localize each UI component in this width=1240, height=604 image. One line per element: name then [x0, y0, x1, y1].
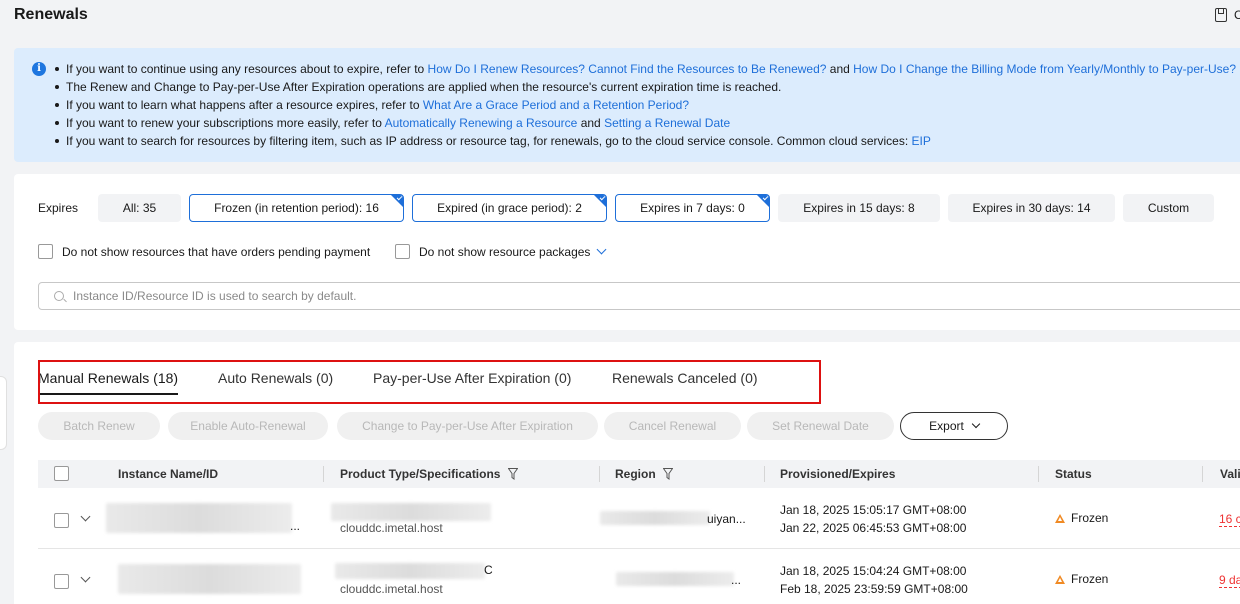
validity-value[interactable]: 16 c — [1219, 512, 1240, 527]
notice-item: If you want to continue using any resour… — [52, 60, 1240, 78]
expand-row-icon[interactable] — [80, 572, 91, 583]
renewals-list-panel: Manual Renewals (18) Auto Renewals (0) P… — [14, 342, 1240, 604]
col-provisioned-expires: Provisioned/Expires — [780, 467, 896, 481]
notice-text: If you want to learn what happens after … — [66, 98, 423, 112]
col-status: Status — [1055, 467, 1092, 481]
redacted-region — [600, 511, 710, 525]
enable-auto-renewal-button[interactable]: Enable Auto-Renewal — [168, 412, 328, 440]
filter-chip-7-days[interactable]: Expires in 7 days: 0 — [615, 194, 770, 222]
region-suffix: uiyan... — [707, 512, 746, 526]
table-header: Instance Name/ID Product Type/Specificat… — [38, 460, 1240, 488]
select-all-checkbox[interactable] — [54, 466, 69, 481]
search-input[interactable] — [73, 288, 973, 304]
resource-packages-checkbox[interactable] — [395, 244, 410, 259]
filter-chip-15-days[interactable]: Expires in 15 days: 8 — [778, 194, 940, 222]
info-notice: i If you want to continue using any reso… — [14, 48, 1240, 162]
status-value: Frozen — [1071, 572, 1109, 586]
resource-packages-label: Do not show resource packages — [419, 245, 591, 259]
provisioned-time: Jan 18, 2025 15:04:24 GMT+08:00 — [780, 564, 967, 578]
notice-item: The Renew and Change to Pay-per-Use Afte… — [52, 78, 1240, 96]
tabs-highlight-annotation — [38, 360, 821, 404]
validity-value[interactable]: 9 da — [1219, 573, 1240, 588]
filter-chip-30-days[interactable]: Expires in 30 days: 14 — [948, 194, 1115, 222]
redacted-instance-name — [118, 564, 301, 594]
expand-row-icon[interactable] — [80, 511, 91, 522]
expires-time: Jan 22, 2025 06:45:53 GMT+08:00 — [780, 521, 967, 535]
redacted-region — [616, 572, 734, 586]
filter-chip-custom[interactable]: Custom — [1123, 194, 1214, 222]
filter-chip-frozen[interactable]: Frozen (in retention period): 16 — [189, 194, 404, 222]
pending-orders-checkbox[interactable] — [38, 244, 53, 259]
notice-text: and — [577, 116, 605, 130]
chip-label: Expires in 7 days: 0 — [640, 201, 745, 215]
region-suffix: ... — [731, 573, 742, 587]
redacted-instance-name — [106, 503, 292, 533]
col-instance-name: Instance Name/ID — [118, 467, 219, 481]
filter-funnel-icon[interactable] — [508, 468, 518, 480]
row-checkbox[interactable] — [54, 513, 69, 528]
help-link[interactable]: How Do I Renew Resources? Cannot Find th… — [428, 62, 827, 76]
export-label: Export — [929, 419, 964, 433]
filter-chip-all[interactable]: All: 35 — [98, 194, 181, 222]
product-spec: clouddc.imetal.host — [340, 582, 443, 596]
document-icon[interactable] — [1215, 8, 1227, 22]
column-divider — [599, 466, 600, 482]
redacted-product-type — [335, 563, 485, 579]
set-renewal-date-button[interactable]: Set Renewal Date — [747, 412, 894, 440]
help-link[interactable]: Setting a Renewal Date — [604, 116, 730, 130]
expires-filter-label: Expires — [38, 201, 79, 215]
notice-item: If you want to renew your subscriptions … — [52, 114, 1240, 132]
page-title: Renewals — [14, 6, 88, 23]
pending-orders-label: Do not show resources that have orders p… — [62, 245, 371, 259]
help-link[interactable]: How Do I Change the Billing Mode from Ye… — [853, 62, 1236, 76]
col-validity: Vali — [1220, 467, 1240, 481]
search-icon — [54, 291, 64, 301]
column-divider — [1202, 466, 1203, 482]
chip-label: Expired (in grace period): 2 — [437, 201, 582, 215]
column-divider — [1038, 466, 1039, 482]
change-pay-per-use-button[interactable]: Change to Pay-per-Use After Expiration — [337, 412, 598, 440]
notice-item: If you want to search for resources by f… — [52, 132, 1240, 150]
filter-panel: Expires All: 35 Frozen (in retention per… — [14, 174, 1240, 330]
provisioned-time: Jan 18, 2025 15:05:17 GMT+08:00 — [780, 503, 967, 517]
product-spec: clouddc.imetal.host — [340, 521, 443, 535]
help-link[interactable]: Automatically Renewing a Resource — [385, 116, 578, 130]
table-row[interactable]: ... clouddc.imetal.host uiyan... Jan 18,… — [38, 489, 1240, 549]
notice-list: If you want to continue using any resour… — [52, 60, 1240, 150]
notice-text: If you want to search for resources by f… — [66, 134, 912, 148]
notice-text: and — [826, 62, 854, 76]
notice-item: If you want to learn what happens after … — [52, 96, 1240, 114]
notice-text: The Renew and Change to Pay-per-Use Afte… — [66, 80, 782, 94]
col-product-type: Product Type/Specifications — [340, 467, 501, 481]
help-link[interactable]: What Are a Grace Period and a Retention … — [423, 98, 689, 112]
column-divider — [323, 466, 324, 482]
expires-time: Feb 18, 2025 23:59:59 GMT+08:00 — [780, 582, 968, 596]
filter-chip-expired[interactable]: Expired (in grace period): 2 — [412, 194, 607, 222]
cancel-renewal-button[interactable]: Cancel Renewal — [604, 412, 741, 440]
chevron-down-icon[interactable] — [596, 244, 607, 255]
instance-id-suffix: ... — [290, 519, 301, 533]
warning-icon — [1055, 514, 1065, 523]
chevron-down-icon — [971, 419, 981, 429]
info-icon: i — [32, 62, 46, 76]
status-value: Frozen — [1071, 511, 1109, 525]
export-button[interactable]: Export — [900, 412, 1008, 440]
redacted-product-type — [331, 503, 491, 521]
row-checkbox[interactable] — [54, 574, 69, 589]
col-region: Region — [615, 467, 656, 481]
search-box[interactable] — [38, 282, 1240, 310]
sidebar-collapse-handle[interactable] — [0, 376, 7, 450]
chip-label: Frozen (in retention period): 16 — [214, 201, 379, 215]
filter-funnel-icon[interactable] — [663, 468, 673, 480]
notice-text: If you want to renew your subscriptions … — [66, 116, 385, 130]
help-link[interactable]: EIP — [912, 134, 931, 148]
batch-renew-button[interactable]: Batch Renew — [38, 412, 160, 440]
column-divider — [764, 466, 765, 482]
warning-icon — [1055, 575, 1065, 584]
table-row[interactable]: C clouddc.imetal.host ... Jan 18, 2025 1… — [38, 550, 1240, 604]
product-suffix: C — [484, 563, 493, 577]
notice-text: If you want to continue using any resour… — [66, 62, 428, 76]
corner-action-label[interactable]: C — [1234, 8, 1240, 22]
